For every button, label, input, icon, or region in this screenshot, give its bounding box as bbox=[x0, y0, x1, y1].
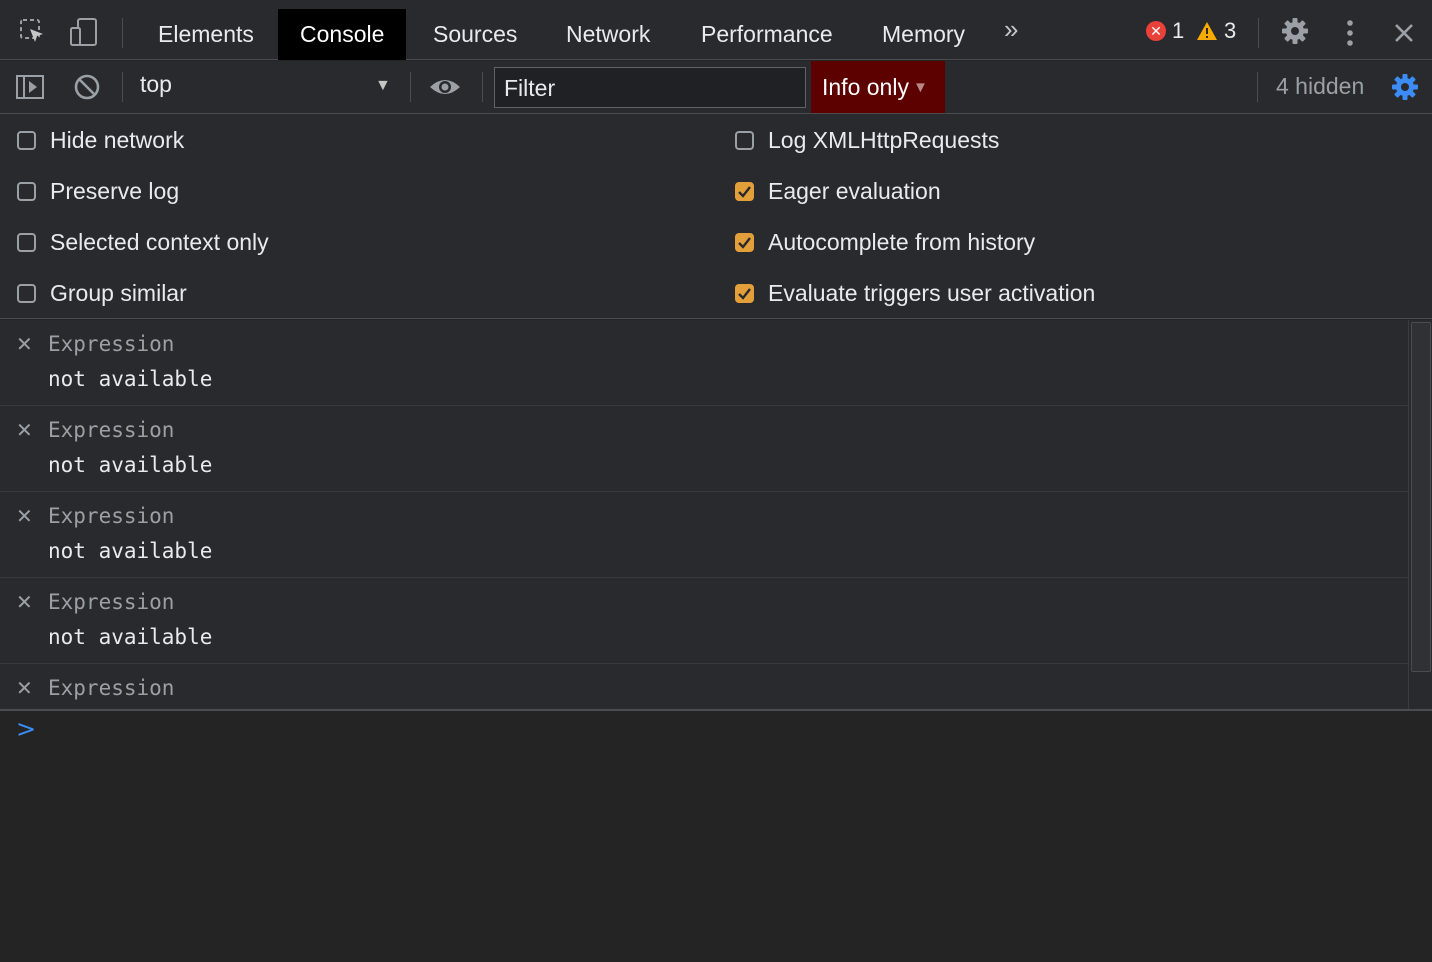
error-icon: ✕ bbox=[1146, 21, 1166, 41]
toolbar-divider bbox=[1257, 72, 1258, 102]
expression-input[interactable]: Expression bbox=[48, 590, 174, 614]
log-levels-dropdown[interactable]: Info only ▼ bbox=[811, 61, 945, 113]
tab-console[interactable]: Console bbox=[278, 9, 407, 60]
console-input-area[interactable]: > bbox=[0, 709, 1432, 962]
selected-context-only-checkbox[interactable] bbox=[17, 233, 36, 252]
sidebar-toggle-icon[interactable] bbox=[15, 72, 45, 107]
live-expression-row: ✕ Expression not available bbox=[0, 406, 1408, 492]
clear-console-icon[interactable] bbox=[72, 72, 102, 107]
filter-input[interactable]: Filter bbox=[494, 67, 806, 108]
expression-value: not available bbox=[48, 539, 213, 563]
live-expressions-list: ✕ Expression not available ✕ Expression … bbox=[0, 320, 1408, 709]
live-expression-row: ✕ Expression not available bbox=[0, 578, 1408, 664]
checkmark-icon bbox=[738, 186, 751, 198]
tab-elements[interactable]: Elements bbox=[136, 9, 276, 60]
tab-network[interactable]: Network bbox=[544, 9, 672, 60]
evaluate-user-activation-checkbox[interactable] bbox=[735, 284, 754, 303]
expression-input[interactable]: Expression bbox=[48, 676, 174, 700]
settings-gear-icon[interactable] bbox=[1279, 15, 1311, 47]
close-devtools-icon[interactable] bbox=[1388, 17, 1420, 49]
group-similar-checkbox[interactable] bbox=[17, 284, 36, 303]
expression-value: not available bbox=[48, 367, 213, 391]
devtools-tab-bar: Elements Console Sources Network Perform… bbox=[0, 0, 1432, 60]
remove-expression-icon[interactable]: ✕ bbox=[16, 590, 33, 614]
selected-context-only-option[interactable]: Selected context only bbox=[17, 229, 269, 256]
checkmark-icon bbox=[738, 237, 751, 249]
preserve-log-checkbox[interactable] bbox=[17, 182, 36, 201]
warning-counter[interactable]: 3 bbox=[1196, 18, 1236, 44]
levels-dropdown-arrow-icon: ▼ bbox=[912, 79, 928, 96]
device-toolbar-icon[interactable] bbox=[68, 16, 100, 48]
eager-evaluation-checkbox[interactable] bbox=[735, 182, 754, 201]
live-expression-row: ✕ Expression bbox=[0, 664, 1408, 709]
warning-count: 3 bbox=[1224, 18, 1237, 43]
evaluate-user-activation-label: Evaluate triggers user activation bbox=[768, 280, 1096, 306]
toolbar-divider bbox=[482, 72, 483, 102]
eager-evaluation-option[interactable]: Eager evaluation bbox=[735, 178, 941, 205]
log-xhr-checkbox[interactable] bbox=[735, 131, 754, 150]
expression-value: not available bbox=[48, 625, 213, 649]
hide-network-option[interactable]: Hide network bbox=[17, 127, 184, 154]
evaluate-user-activation-option[interactable]: Evaluate triggers user activation bbox=[735, 280, 1095, 307]
log-xhr-label: Log XMLHttpRequests bbox=[768, 127, 1000, 153]
hide-network-checkbox[interactable] bbox=[17, 131, 36, 150]
preserve-log-label: Preserve log bbox=[50, 178, 180, 204]
toolbar-divider bbox=[410, 72, 411, 102]
error-counter[interactable]: ✕ 1 bbox=[1146, 18, 1184, 44]
warning-icon bbox=[1197, 22, 1217, 40]
remove-expression-icon[interactable]: ✕ bbox=[16, 504, 33, 528]
toolbar-divider bbox=[122, 72, 123, 102]
toolbar-divider bbox=[122, 18, 123, 48]
expressions-scrollbar[interactable] bbox=[1408, 320, 1432, 709]
console-toolbar: top ▼ Filter Info only ▼ 4 hidden bbox=[0, 61, 1432, 114]
live-expression-row: ✕ Expression not available bbox=[0, 320, 1408, 406]
group-similar-option[interactable]: Group similar bbox=[17, 280, 187, 307]
log-xhr-option[interactable]: Log XMLHttpRequests bbox=[735, 127, 999, 154]
eager-evaluation-label: Eager evaluation bbox=[768, 178, 941, 204]
tab-memory[interactable]: Memory bbox=[860, 9, 987, 60]
error-count: 1 bbox=[1172, 18, 1185, 43]
autocomplete-history-checkbox[interactable] bbox=[735, 233, 754, 252]
context-selector[interactable]: top bbox=[140, 71, 172, 98]
remove-expression-icon[interactable]: ✕ bbox=[16, 332, 33, 356]
live-expression-eye-icon[interactable] bbox=[428, 73, 462, 106]
console-settings-pane: Hide network Preserve log Selected conte… bbox=[0, 114, 1432, 319]
context-dropdown-arrow-icon[interactable]: ▼ bbox=[375, 77, 391, 95]
autocomplete-history-option[interactable]: Autocomplete from history bbox=[735, 229, 1035, 256]
checkmark-icon bbox=[738, 288, 751, 300]
tab-sources[interactable]: Sources bbox=[411, 9, 539, 60]
autocomplete-history-label: Autocomplete from history bbox=[768, 229, 1036, 255]
hide-network-label: Hide network bbox=[50, 127, 185, 153]
hidden-messages-count: 4 hidden bbox=[1276, 73, 1365, 99]
tab-performance[interactable]: Performance bbox=[679, 9, 855, 60]
console-prompt-chevron-icon: > bbox=[16, 715, 37, 743]
remove-expression-icon[interactable]: ✕ bbox=[16, 676, 33, 700]
live-expression-row: ✕ Expression not available bbox=[0, 492, 1408, 578]
console-settings-gear-icon[interactable] bbox=[1390, 72, 1420, 107]
log-levels-label: Info only bbox=[822, 74, 909, 100]
expression-input[interactable]: Expression bbox=[48, 418, 174, 442]
selected-context-only-label: Selected context only bbox=[50, 229, 269, 255]
expression-input[interactable]: Expression bbox=[48, 504, 174, 528]
more-tabs-button[interactable]: » bbox=[1004, 14, 1018, 45]
expression-value: not available bbox=[48, 453, 213, 477]
more-options-kebab-icon[interactable] bbox=[1334, 17, 1366, 49]
scrollbar-thumb[interactable] bbox=[1411, 322, 1431, 672]
expression-input[interactable]: Expression bbox=[48, 332, 174, 356]
remove-expression-icon[interactable]: ✕ bbox=[16, 418, 33, 442]
preserve-log-option[interactable]: Preserve log bbox=[17, 178, 179, 205]
inspect-element-icon[interactable] bbox=[17, 16, 49, 48]
toolbar-divider bbox=[1258, 18, 1259, 48]
group-similar-label: Group similar bbox=[50, 280, 187, 306]
